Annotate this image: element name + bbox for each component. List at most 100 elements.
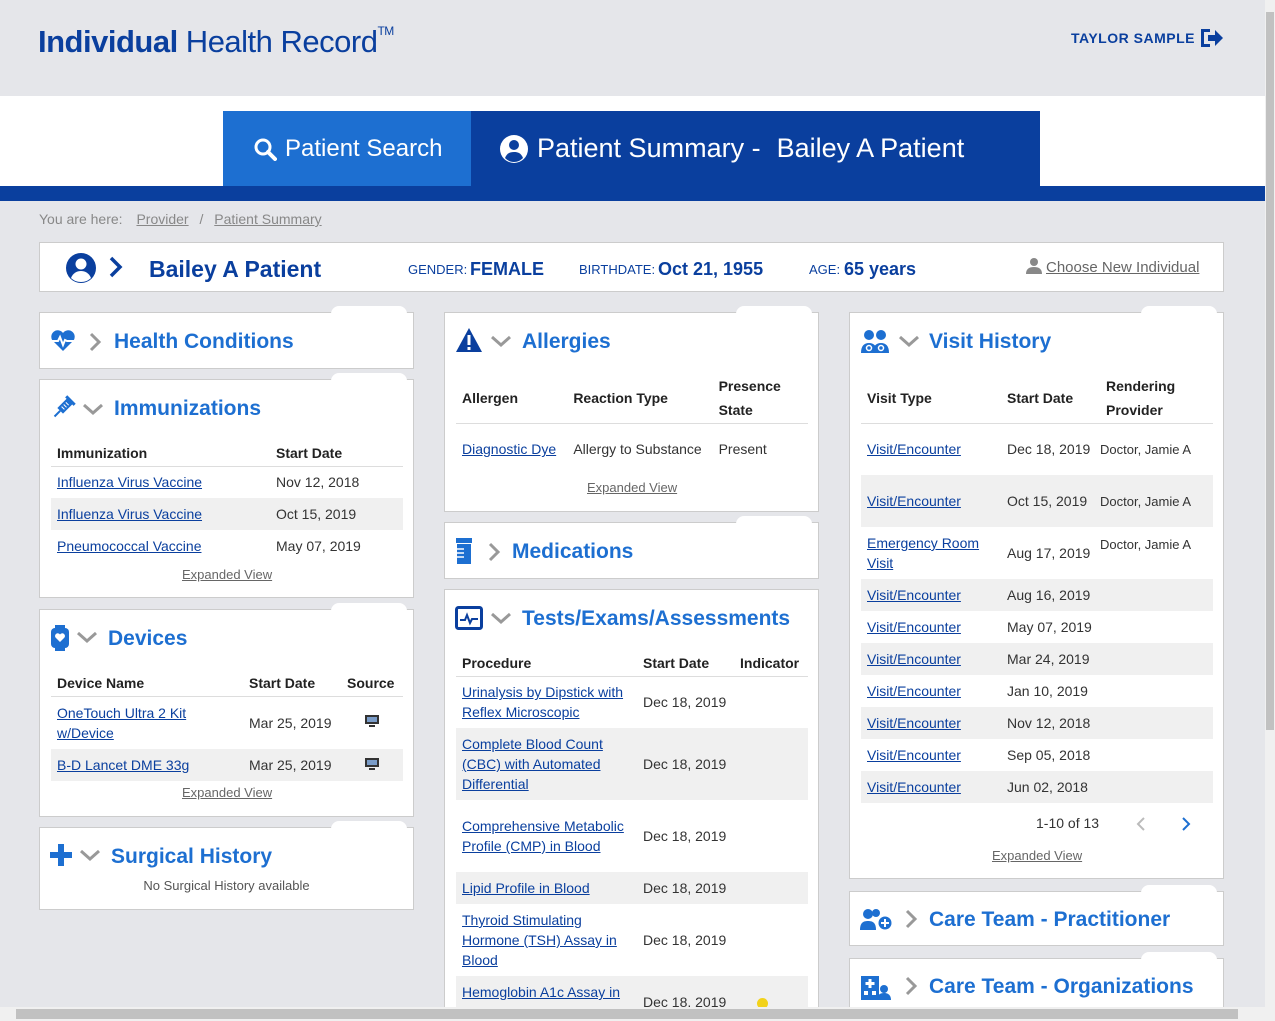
visit-type-link[interactable]: Emergency Room Visit [867, 535, 979, 571]
table-row: Visit/Encounter Oct 15, 2019 Doctor, Jam… [861, 475, 1213, 527]
gender-value: FEMALE [470, 259, 544, 279]
card-title[interactable]: Surgical History [111, 845, 272, 869]
procedure-link[interactable]: Hemoglobin A1c Assay in [462, 984, 620, 1000]
chevron-right-icon[interactable] [88, 332, 102, 352]
reaction-type: Allergy to Substance [573, 441, 702, 458]
visit-type-link[interactable]: Visit/Encounter [867, 619, 961, 635]
chevron-down-icon[interactable] [76, 630, 98, 644]
table-row: Influenza Virus Vaccine Oct 15, 2019 [51, 498, 403, 530]
care-team-practitioner-card: Care Team - Practitioner [849, 885, 1224, 946]
breadcrumb-patient-summary[interactable]: Patient Summary [214, 211, 321, 227]
expanded-view-link[interactable]: Expanded View [182, 785, 272, 800]
column-header: Rendering Provider [1106, 378, 1176, 419]
syringe-icon [53, 395, 76, 418]
allergen-link[interactable]: Diagnostic Dye [462, 441, 556, 457]
card-title[interactable]: Immunizations [114, 397, 261, 421]
immunization-link[interactable]: Pneumococcal Vaccine [57, 538, 201, 554]
user-name: TAYLOR SAMPLE [1071, 30, 1195, 46]
user-md-icon [861, 330, 889, 353]
rendering-provider: Doctor, Jamie A [1100, 441, 1192, 457]
immunization-link[interactable]: Influenza Virus Vaccine [57, 506, 202, 522]
breadcrumb-separator: / [199, 211, 204, 227]
card-title[interactable]: Visit History [929, 330, 1051, 354]
column-header: Start Date [249, 675, 316, 692]
indicator-cell [734, 872, 808, 904]
watch-heart-icon [51, 625, 69, 651]
card-title[interactable]: Care Team - Practitioner [929, 908, 1170, 932]
vertical-scrollbar[interactable] [1265, 0, 1275, 1007]
card-title[interactable]: Health Conditions [114, 330, 294, 354]
expanded-view-link[interactable]: Expanded View [587, 480, 677, 495]
visit-type-link[interactable]: Visit/Encounter [867, 493, 961, 509]
start-date: Mar 25, 2019 [243, 749, 341, 781]
chevron-down-icon[interactable] [79, 848, 101, 862]
horizontal-scrollbar[interactable] [0, 1007, 1275, 1021]
expanded-view-link[interactable]: Expanded View [992, 848, 1082, 863]
procedure-link[interactable]: Lipid Profile in Blood [462, 880, 590, 896]
column-header: Visit Type [867, 390, 932, 407]
indicator-cell [734, 800, 808, 872]
chevron-right-icon[interactable] [904, 909, 918, 929]
rendering-provider [1100, 739, 1213, 771]
start-date: Mar 24, 2019 [1001, 643, 1100, 675]
card-title[interactable]: Medications [512, 540, 633, 564]
visit-type-link[interactable]: Visit/Encounter [867, 587, 961, 603]
chevron-down-icon[interactable] [82, 402, 104, 416]
choose-new-individual[interactable]: Choose New Individual [1026, 257, 1199, 276]
gender-label: GENDER: [408, 262, 468, 277]
table-header-row: Immunization Start Date [51, 441, 403, 466]
scrollbar-thumb[interactable] [1266, 12, 1274, 730]
tab-label: Patient Summary - [537, 133, 761, 163]
visit-type-link[interactable]: Visit/Encounter [867, 779, 961, 795]
visit-type-link[interactable]: Visit/Encounter [867, 715, 961, 731]
visit-type-link[interactable]: Visit/Encounter [867, 683, 961, 699]
expanded-view-link[interactable]: Expanded View [182, 567, 272, 582]
visit-type-link[interactable]: Visit/Encounter [867, 441, 961, 457]
procedure-link[interactable]: Thyroid Stimulating Hormone (TSH) Assay … [462, 912, 617, 968]
visit-type-link[interactable]: Visit/Encounter [867, 651, 961, 667]
table-row: Diagnostic Dye Allergy to Substance Pres… [456, 423, 808, 475]
scrollbar-thumb[interactable] [16, 1009, 1238, 1019]
device-link[interactable]: B-D Lancet DME 33g [57, 757, 189, 773]
card-title[interactable]: Allergies [522, 330, 611, 354]
chevron-down-icon[interactable] [490, 611, 512, 625]
patient-name: Bailey A Patient [149, 256, 322, 282]
procedure-link[interactable]: Urinalysis by Dipstick with Reflex Micro… [462, 684, 623, 720]
card-title[interactable]: Tests/Exams/Assessments [522, 607, 790, 631]
indicator-cell [734, 728, 808, 800]
devices-table: Device Name Start Date Source OneTouch U… [51, 671, 403, 781]
choose-new-individual-link[interactable]: Choose New Individual [1046, 259, 1199, 276]
tab-patient-summary[interactable]: Patient Summary - Bailey A Patient [471, 111, 1040, 186]
search-icon [254, 138, 277, 161]
chevron-down-icon[interactable] [898, 334, 920, 348]
chevron-right-icon[interactable] [904, 976, 918, 996]
chevron-right-icon[interactable] [487, 542, 501, 562]
chevron-right-icon[interactable] [108, 256, 124, 278]
user-circle-icon [500, 134, 528, 163]
table-header-row: Allergen Reaction Type Presence State [456, 374, 808, 423]
card-title[interactable]: Devices [108, 627, 187, 651]
procedure-link[interactable]: Comprehensive Metabolic Profile (CMP) in… [462, 818, 624, 854]
chevron-down-icon[interactable] [490, 334, 512, 348]
tab-patient-search[interactable]: Patient Search [223, 111, 471, 186]
sign-out-icon[interactable] [1198, 26, 1224, 50]
presence-state: Present [718, 441, 767, 458]
visit-type-link[interactable]: Visit/Encounter [867, 747, 961, 763]
rendering-provider [1100, 611, 1213, 643]
start-date: Oct 15, 2019 [270, 498, 403, 530]
card-tab-notch [736, 516, 812, 524]
table-row: Visit/Encounter May 07, 2019 [861, 611, 1213, 643]
chevron-right-icon[interactable] [1181, 817, 1191, 831]
age-value: 65 years [844, 259, 917, 279]
chevron-left-icon[interactable] [1136, 817, 1146, 831]
breadcrumb-provider[interactable]: Provider [136, 211, 188, 227]
device-link[interactable]: OneTouch Ultra 2 Kit w/Device [57, 705, 186, 741]
start-date: May 07, 2019 [276, 538, 361, 554]
card-title[interactable]: Care Team - Organizations [929, 975, 1194, 999]
breadcrumb-prefix: You are here: [39, 211, 123, 227]
immunization-link[interactable]: Influenza Virus Vaccine [57, 474, 202, 490]
age-label: AGE: [809, 262, 841, 277]
column-header: Start Date [276, 445, 343, 462]
procedure-link[interactable]: Complete Blood Count (CBC) with Automate… [462, 736, 603, 792]
table-header-row: Procedure Start Date Indicator [456, 651, 808, 676]
